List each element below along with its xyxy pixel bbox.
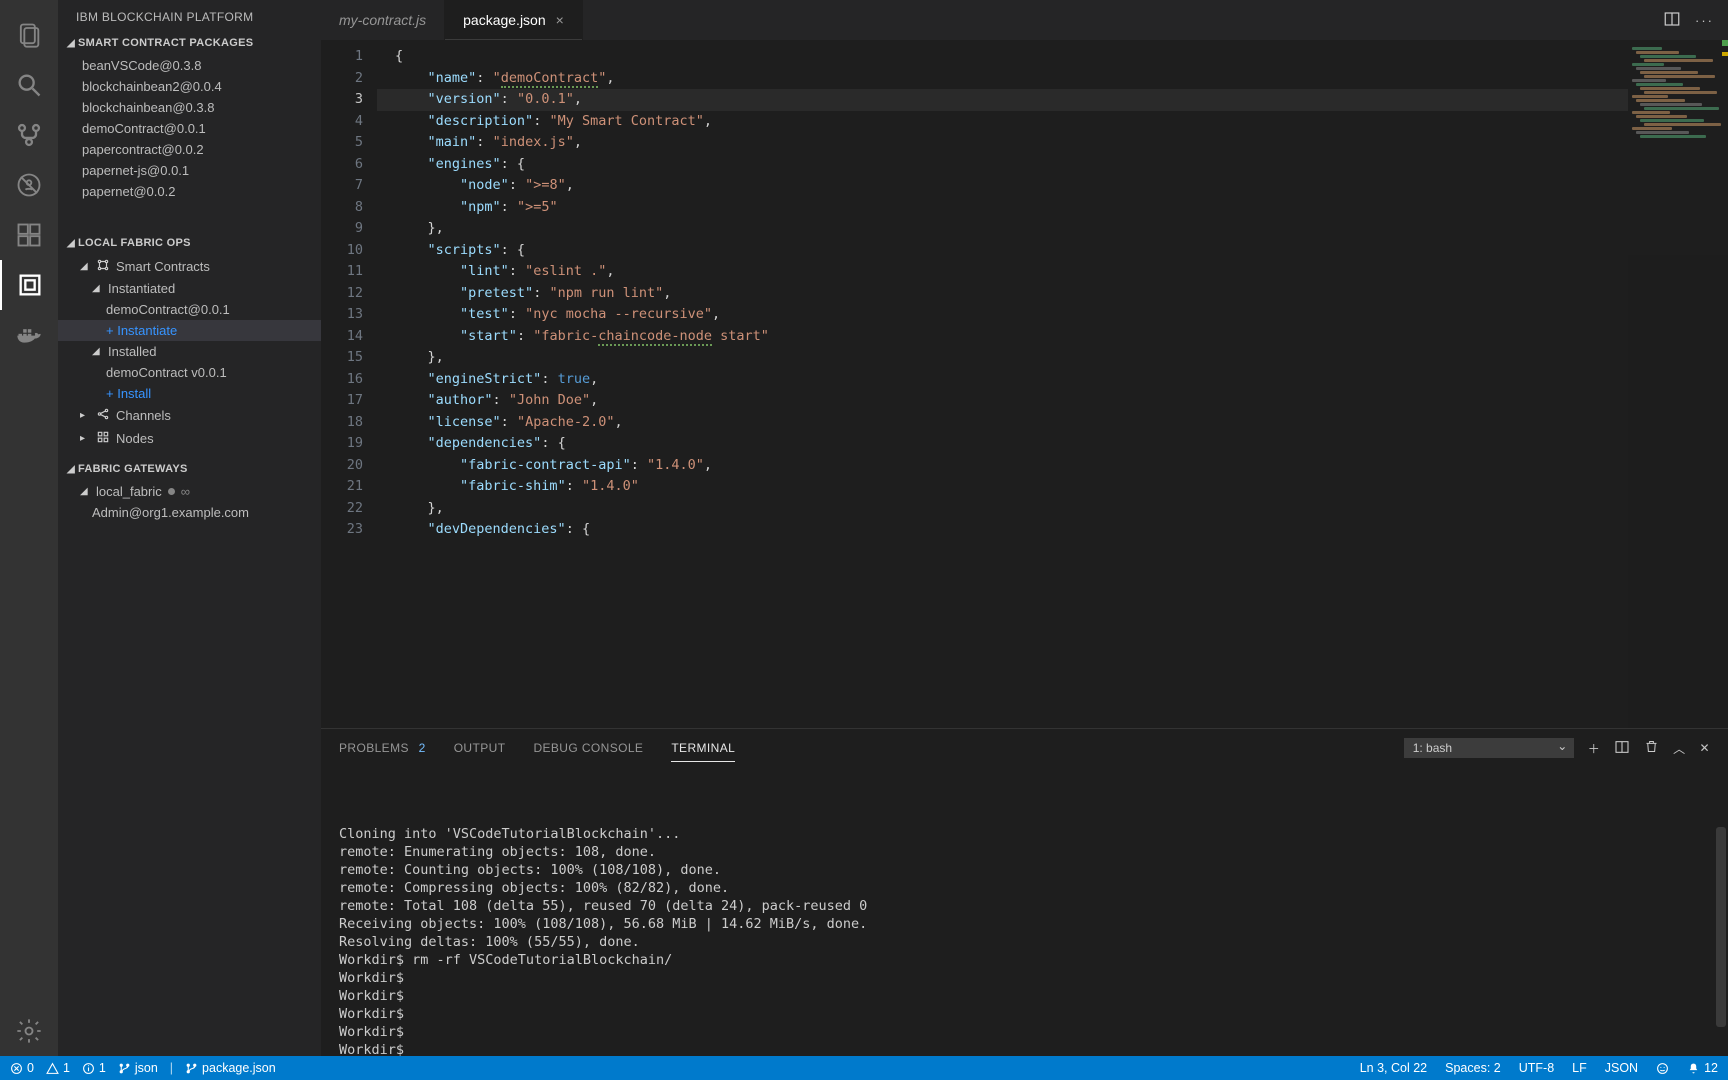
line-gutter: 1234567891011121314151617181920212223 <box>321 40 377 728</box>
close-panel-icon[interactable]: ✕ <box>1700 741 1710 755</box>
nodes-node[interactable]: ▸ Nodes <box>58 427 321 450</box>
nodes-icon <box>96 430 110 447</box>
status-dot-icon <box>168 488 175 495</box>
chevron-down-icon: ◢ <box>64 464 78 475</box>
status-notifications[interactable]: 12 <box>1687 1061 1718 1075</box>
explorer-icon[interactable] <box>0 10 58 60</box>
panel-tabs: PROBLEMS 2 OUTPUT DEBUG CONSOLE TERMINAL… <box>321 729 1728 767</box>
editor-tabs: my-contract.js package.json × ··· <box>321 0 1728 40</box>
smart-contracts-icon <box>96 258 110 275</box>
packages-header[interactable]: ◢ SMART CONTRACT PACKAGES <box>58 33 321 53</box>
terminal-scrollbar[interactable] <box>1716 827 1726 1027</box>
tab-problems[interactable]: PROBLEMS 2 <box>339 735 426 761</box>
chevron-down-icon: ◢ <box>64 38 78 49</box>
instantiated-node[interactable]: ◢ Instantiated <box>58 278 321 299</box>
package-item[interactable]: blockchainbean2@0.0.4 <box>58 76 321 97</box>
tab-package-json[interactable]: package.json × <box>445 0 583 40</box>
status-warnings[interactable]: 1 <box>46 1061 70 1075</box>
installed-item[interactable]: demoContract v0.0.1 <box>58 362 321 383</box>
status-spaces[interactable]: Spaces: 2 <box>1445 1061 1501 1075</box>
chevron-down-icon: ◢ <box>80 261 90 272</box>
status-encoding[interactable]: UTF-8 <box>1519 1061 1554 1075</box>
terminal[interactable]: Cloning into 'VSCodeTutorialBlockchain'.… <box>321 767 1728 1056</box>
chevron-down-icon: ◢ <box>92 346 102 357</box>
smart-contracts-node[interactable]: ◢ Smart Contracts <box>58 255 321 278</box>
status-file[interactable]: package.json <box>185 1061 276 1075</box>
channels-icon <box>96 407 110 424</box>
tab-output[interactable]: OUTPUT <box>454 735 506 761</box>
channels-node[interactable]: ▸ Channels <box>58 404 321 427</box>
chevron-down-icon: ◢ <box>64 238 78 249</box>
split-terminal-icon[interactable] <box>1614 739 1630 758</box>
status-bar: 0 1 1 json | package.json Ln 3, Col 22 S… <box>0 1056 1728 1080</box>
close-icon[interactable]: × <box>556 12 564 28</box>
gateway-identity[interactable]: Admin@org1.example.com <box>58 502 321 523</box>
gateways-header[interactable]: ◢ FABRIC GATEWAYS <box>58 459 321 479</box>
status-branch[interactable]: json <box>118 1061 158 1075</box>
status-errors[interactable]: 0 <box>10 1061 34 1075</box>
trash-icon[interactable] <box>1644 739 1659 757</box>
blockchain-icon[interactable] <box>0 260 58 310</box>
status-eol[interactable]: LF <box>1572 1061 1587 1075</box>
activity-bar <box>0 0 58 1056</box>
sidebar: IBM BLOCKCHAIN PLATFORM ◢ SMART CONTRACT… <box>58 0 321 1056</box>
search-icon[interactable] <box>0 60 58 110</box>
chevron-up-icon[interactable]: ︿ <box>1673 740 1685 757</box>
chevron-right-icon: ▸ <box>80 410 90 421</box>
chevron-down-icon: ◢ <box>92 283 102 294</box>
instantiated-item[interactable]: demoContract@0.0.1 <box>58 299 321 320</box>
sidebar-title: IBM BLOCKCHAIN PLATFORM <box>58 0 321 32</box>
status-language[interactable]: JSON <box>1605 1061 1638 1075</box>
code-editor[interactable]: { "name": "demoContract", "version": "0.… <box>377 40 1628 728</box>
debug-icon[interactable] <box>0 160 58 210</box>
status-feedback-icon[interactable] <box>1656 1062 1669 1075</box>
instantiate-action[interactable]: + Instantiate <box>58 320 321 341</box>
infinity-icon: ∞ <box>181 484 190 499</box>
tab-terminal[interactable]: TERMINAL <box>671 735 735 762</box>
status-cursor-pos[interactable]: Ln 3, Col 22 <box>1360 1061 1427 1075</box>
chevron-right-icon: ▸ <box>80 433 90 444</box>
installed-node[interactable]: ◢ Installed <box>58 341 321 362</box>
status-info[interactable]: 1 <box>82 1061 106 1075</box>
extensions-icon[interactable] <box>0 210 58 260</box>
terminal-shell-select[interactable]: 1: bash <box>1404 738 1574 758</box>
package-item[interactable]: demoContract@0.0.1 <box>58 118 321 139</box>
package-item[interactable]: blockchainbean@0.3.8 <box>58 97 321 118</box>
overview-ruler <box>1722 40 1728 728</box>
tab-debug-console[interactable]: DEBUG CONSOLE <box>533 735 643 761</box>
tab-my-contract[interactable]: my-contract.js <box>321 0 445 40</box>
local-fabric-header[interactable]: ◢ LOCAL FABRIC OPS <box>58 233 321 253</box>
install-action[interactable]: + Install <box>58 383 321 404</box>
scm-icon[interactable] <box>0 110 58 160</box>
gateway-local-fabric[interactable]: ◢ local_fabric ∞ <box>58 481 321 502</box>
package-item[interactable]: papernet-js@0.0.1 <box>58 160 321 181</box>
new-terminal-icon[interactable]: ＋ <box>1588 740 1600 757</box>
package-item[interactable]: papernet@0.0.2 <box>58 181 321 202</box>
settings-gear-icon[interactable] <box>0 1006 58 1056</box>
more-icon[interactable]: ··· <box>1695 13 1714 28</box>
package-item[interactable]: papercontract@0.0.2 <box>58 139 321 160</box>
split-editor-icon[interactable] <box>1663 10 1681 31</box>
docker-icon[interactable] <box>0 310 58 360</box>
minimap[interactable] <box>1628 40 1728 728</box>
package-item[interactable]: beanVSCode@0.3.8 <box>58 55 321 76</box>
chevron-down-icon: ◢ <box>80 486 90 497</box>
